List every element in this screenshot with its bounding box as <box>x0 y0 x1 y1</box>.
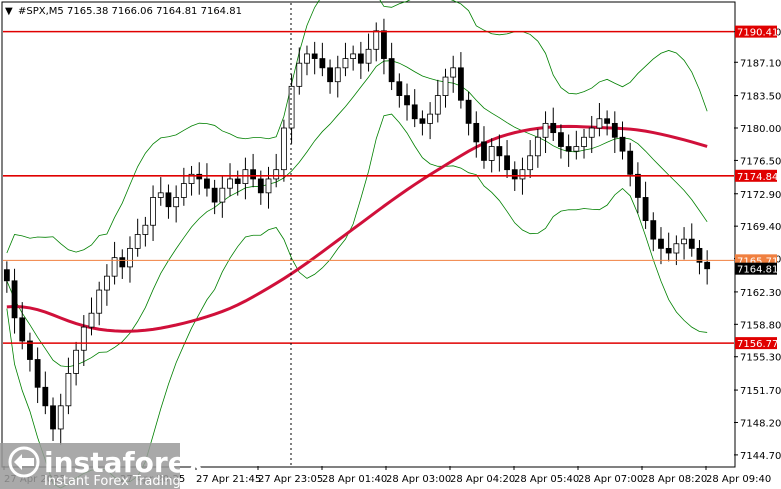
y-tick-label: 7155.30 <box>740 353 781 364</box>
x-tick-label: 28 Apr 08:20 <box>642 474 707 485</box>
x-tick-label: 28 Apr 09:40 <box>706 474 771 485</box>
svg-text:7190.41: 7190.41 <box>737 28 778 39</box>
y-tick-label: 7151.70 <box>740 386 781 397</box>
symbol-label: #SPX,M5 <box>18 6 64 17</box>
instaforex-watermark: instaforex Instant Forex Trading <box>0 443 205 489</box>
x-tick-label: 28 Apr 05:40 <box>514 474 579 485</box>
x-tick-label: 27 Apr 21:45 <box>196 474 261 485</box>
plot-area <box>1 1 736 468</box>
x-tick-label: 28 Apr 01:40 <box>322 474 387 485</box>
chart-header: ▼ #SPX,M5 7165.38 7166.06 7164.81 7164.8… <box>5 6 242 17</box>
y-tick-label: 7180.00 <box>740 124 781 135</box>
price-tag: 7164.81 <box>735 262 778 276</box>
y-tick-label: 7169.40 <box>740 222 781 233</box>
y-tick-label: 7162.30 <box>740 288 781 299</box>
x-tick-label: 28 Apr 04:20 <box>450 474 515 485</box>
x-tick-label: 28 Apr 03:00 <box>386 474 451 485</box>
y-tick-label: 7183.50 <box>740 92 781 103</box>
symbol-arrow-icon: ▼ <box>5 6 13 17</box>
price-axis[interactable]: 7190.407187.107183.507180.007176.507172.… <box>734 28 781 462</box>
y-tick-label: 7176.50 <box>740 156 781 167</box>
x-tick-label: 27 Apr 23:05 <box>258 474 323 485</box>
svg-text:7156.77: 7156.77 <box>737 339 778 350</box>
y-tick-label: 7187.10 <box>740 58 781 69</box>
y-tick-label: 7158.80 <box>740 320 781 331</box>
ohlc-values: 7165.38 7166.06 7164.81 7164.81 <box>67 6 242 17</box>
y-tick-label: 7172.90 <box>740 190 781 201</box>
watermark-tagline: Instant Forex Trading <box>44 474 181 489</box>
price-tag: 7190.41 <box>735 25 778 39</box>
svg-text:7164.81: 7164.81 <box>737 265 778 276</box>
price-tag: 7156.77 <box>735 337 778 350</box>
price-chart[interactable]: ▼ #SPX,M5 7165.38 7166.06 7164.81 7164.8… <box>0 0 781 489</box>
x-tick-label: 28 Apr 07:00 <box>578 474 643 485</box>
price-tags: 7190.417174.847165.717164.817156.77 <box>735 25 778 350</box>
svg-text:7174.84: 7174.84 <box>737 172 778 183</box>
y-tick-label: 7148.20 <box>740 418 781 429</box>
price-tag: 7174.84 <box>735 169 778 183</box>
y-tick-label: 7144.70 <box>740 451 781 462</box>
